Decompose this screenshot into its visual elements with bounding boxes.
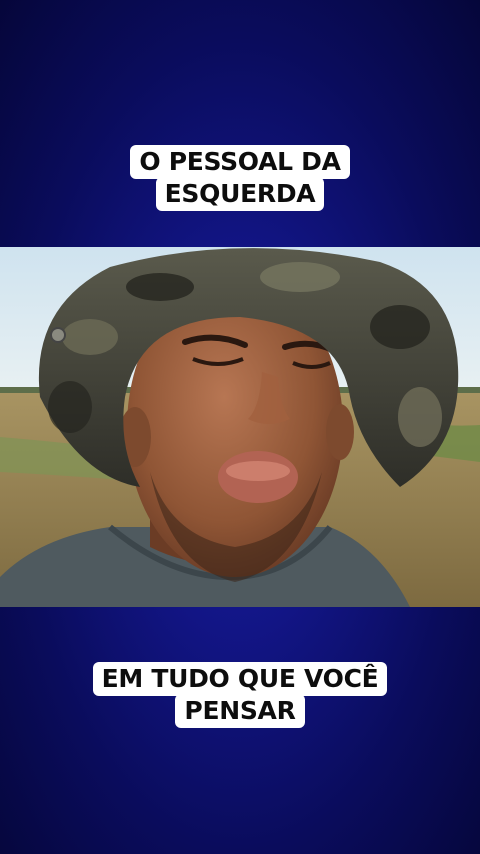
lips-highlight [226,461,290,481]
camo-spot [260,262,340,292]
camo-spot [370,305,430,349]
bottom-caption: EM TUDO QUE VOCÊ PENSAR [0,662,480,728]
bottom-caption-line-2: PENSAR [175,694,305,728]
ear-right [326,404,354,460]
bottom-caption-line-1: EM TUDO QUE VOCÊ [92,662,388,696]
camo-spot [48,381,92,433]
video-scene [0,247,480,607]
top-caption-line-2: ESQUERDA [155,177,325,211]
camo-spot [126,273,194,301]
camo-spot [62,319,118,355]
video-frame[interactable] [0,247,480,607]
camo-spot [398,387,442,447]
hat-eyelet [50,327,66,343]
top-caption: O PESSOAL DA ESQUERDA [0,145,480,211]
top-caption-line-1: O PESSOAL DA [130,145,350,179]
